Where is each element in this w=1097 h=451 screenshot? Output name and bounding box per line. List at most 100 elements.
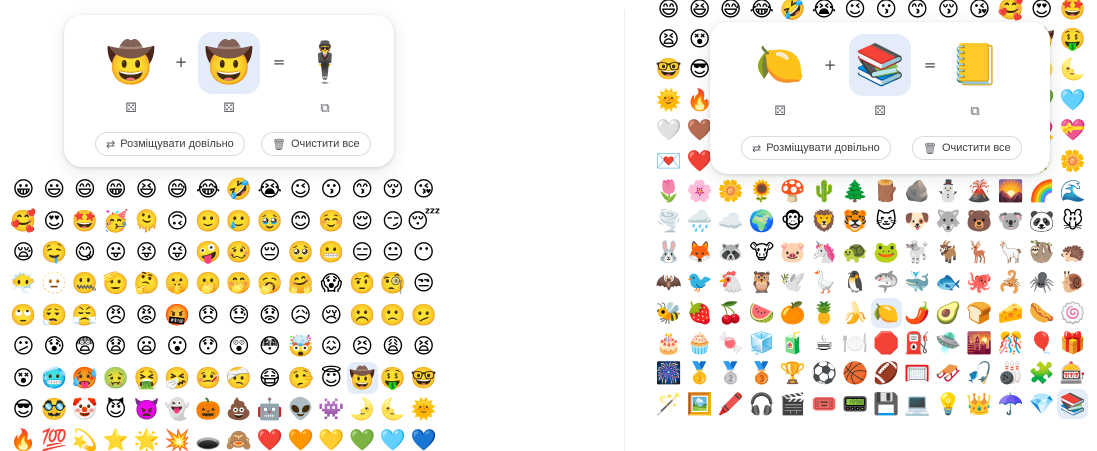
emoji-cell[interactable]: 😰 [39,331,70,362]
emoji-cell[interactable]: 🤑 [378,362,409,393]
emoji-cell[interactable]: 🥲 [224,205,255,236]
emoji-cell[interactable]: 🫠 [131,205,162,236]
emoji-cell[interactable]: 🌼 [1057,146,1088,176]
result-emoji-slot[interactable]: 🕴️ [294,32,356,94]
emoji-cell[interactable]: 🌻 [746,176,777,206]
emoji-cell[interactable]: 🎂 [653,328,684,358]
emoji-cell[interactable]: 🖼️ [684,389,715,419]
emoji-cell[interactable]: 😝 [131,237,162,268]
emoji-cell[interactable]: 🤥 [285,362,316,393]
emoji-cell[interactable]: 🧀 [995,298,1026,328]
emoji-cell[interactable]: 🦄 [808,237,839,267]
emoji-cell[interactable]: 😬 [316,237,347,268]
emoji-cell[interactable]: 🤖 [254,394,285,425]
emoji-cell[interactable]: 🦉 [746,268,777,298]
second-emoji-slot[interactable]: 🤠 [198,32,260,94]
emoji-cell[interactable]: 🍌 [840,298,871,328]
emoji-cell[interactable]: 🎬 [777,389,808,419]
emoji-cell[interactable]: 🐮 [746,237,777,267]
emoji-cell[interactable]: ☂️ [995,389,1026,419]
emoji-cell[interactable]: 💫 [70,425,101,451]
emoji-cell[interactable]: 😜 [162,237,193,268]
emoji-cell[interactable]: 🤯 [285,331,316,362]
emoji-cell[interactable]: 😈 [100,394,131,425]
emoji-cell[interactable]: 😉 [285,174,316,205]
emoji-cell[interactable]: 💎 [1026,389,1057,419]
emoji-cell[interactable]: 💯 [39,425,70,451]
emoji-cell[interactable]: 🎧 [746,389,777,419]
emoji-cell[interactable]: 🤫 [162,268,193,299]
emoji-cell[interactable]: 🥹 [254,205,285,236]
emoji-cell[interactable]: 😶 [408,237,439,268]
emoji-cell[interactable]: 🦂 [995,268,1026,298]
emoji-cell[interactable]: 🛸 [933,328,964,358]
emoji-cell[interactable]: 🥵 [70,362,101,393]
emoji-cell[interactable]: 😩 [378,331,409,362]
emoji-cell[interactable]: 🐧 [840,268,871,298]
copy-icon[interactable]: ⧉ [964,100,986,122]
emoji-cell[interactable]: 🧊 [746,328,777,358]
emoji-cell[interactable]: 😶‍🌫️ [8,268,39,299]
emoji-cell[interactable]: 😍 [1026,0,1057,24]
emoji-cell[interactable]: 😣 [347,331,378,362]
emoji-cell[interactable]: 😀 [8,174,39,205]
emoji-cell[interactable]: 😎 [8,394,39,425]
emoji-cell[interactable]: 😞 [193,300,224,331]
emoji-cell[interactable]: 😟 [254,300,285,331]
emoji-cell[interactable]: 🍋 [870,297,902,329]
emoji-cell[interactable]: 💾 [871,389,902,419]
emoji-cell[interactable]: 🛑 [871,328,902,358]
emoji-cell[interactable]: 🥱 [254,268,285,299]
emoji-cell[interactable]: 🥰 [8,205,39,236]
emoji-cell[interactable]: 🥈 [715,359,746,389]
emoji-cell[interactable]: 😧 [100,331,131,362]
emoji-cell[interactable]: 🌜 [1057,55,1088,85]
emoji-cell[interactable]: 🛷 [933,359,964,389]
copy-icon[interactable]: ⧉ [314,97,336,119]
emoji-cell[interactable]: 🌍 [746,207,777,237]
emoji-cell[interactable]: 🎟️ [808,389,839,419]
emoji-cell[interactable]: 🏆 [777,359,808,389]
emoji-cell[interactable]: 🍞 [964,298,995,328]
emoji-cell[interactable]: 😮 [162,331,193,362]
emoji-cell[interactable]: ☺️ [316,205,347,236]
emoji-cell[interactable]: 😁 [100,174,131,205]
emoji-cell[interactable]: 👽 [285,394,316,425]
emoji-cell[interactable]: 😄 [653,0,684,24]
emoji-cell[interactable]: 😯 [193,331,224,362]
emoji-cell[interactable]: 😛 [100,237,131,268]
emoji-cell[interactable]: 🙁 [378,300,409,331]
emoji-cell[interactable]: 🧩 [1026,359,1057,389]
emoji-cell[interactable]: 😨 [70,331,101,362]
emoji-cell[interactable]: 🪵 [871,176,902,206]
emoji-cell[interactable]: 👑 [964,389,995,419]
emoji-cell[interactable]: 👾 [316,394,347,425]
emoji-cell[interactable]: 💛 [316,425,347,451]
emoji-cell[interactable]: 🫤 [408,300,439,331]
random-placement-button[interactable]: ⇄ Розміщувати довільно [95,132,245,156]
emoji-cell[interactable]: 🩵 [378,425,409,451]
emoji-cell[interactable]: 🌲 [840,176,871,206]
emoji-cell[interactable]: 🌪️ [653,207,684,237]
emoji-cell[interactable]: 🤣 [224,174,255,205]
emoji-cell[interactable]: 🐢 [840,237,871,267]
emoji-cell[interactable]: 💙 [408,425,439,451]
emoji-cell[interactable]: 🪿 [808,268,839,298]
second-emoji-slot[interactable]: 📚 [849,34,911,96]
emoji-cell[interactable]: 🍍 [808,298,839,328]
emoji-cell[interactable]: 😂 [746,0,777,24]
emoji-cell[interactable]: 🤤 [39,237,70,268]
emoji-cell[interactable]: 😑 [347,237,378,268]
emoji-cell[interactable]: 🎰 [1057,359,1088,389]
emoji-cell[interactable]: 🐝 [653,298,684,328]
emoji-cell[interactable]: 🖍️ [715,389,746,419]
emoji-cell[interactable]: 🤣 [777,0,808,24]
emoji-cell[interactable]: 😙 [902,0,933,24]
emoji-cell[interactable]: 😢 [316,300,347,331]
emoji-cell[interactable]: 🎁 [1057,328,1088,358]
emoji-cell[interactable]: 😠 [100,300,131,331]
emoji-cell[interactable]: 🍄 [777,176,808,206]
emoji-cell[interactable]: 🐯 [840,207,871,237]
emoji-cell[interactable]: 🌛 [347,394,378,425]
emoji-cell[interactable]: 😭 [254,174,285,205]
